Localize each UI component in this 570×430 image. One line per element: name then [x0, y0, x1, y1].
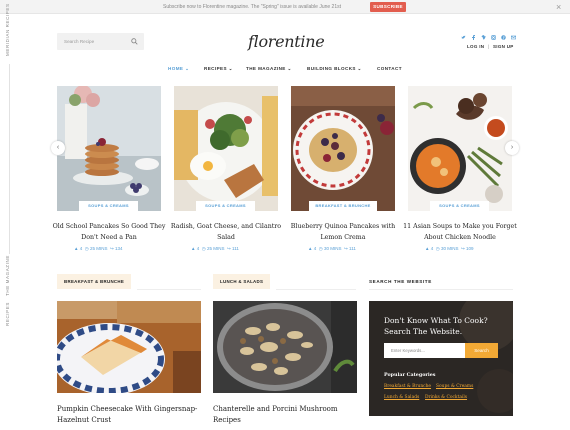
main-nav: HOME ⌄ RECIPES ⌄ THE MAGAZINE ⌄ BUILDING…: [0, 66, 570, 74]
clock-icon: ◷: [84, 246, 89, 251]
pinterest-icon[interactable]: [501, 35, 506, 40]
close-icon[interactable]: ×: [556, 1, 561, 13]
card-title[interactable]: Radish, Goat Cheese, and Cilantro Salad: [166, 221, 286, 243]
card-meta: ▲ 4 ◷ 25 MINS ↪ 111: [191, 246, 239, 251]
instagram-icon[interactable]: [491, 35, 496, 40]
card-image-asian-soup[interactable]: [408, 86, 512, 211]
card-tag[interactable]: BREAKFAST & BRUNCHE: [309, 201, 377, 211]
share-icon: ↪: [227, 246, 231, 251]
side-divider: [9, 64, 10, 254]
announcement-text: Subscribe now to Florentine magazine. Th…: [163, 4, 342, 10]
logo-text: florentine: [248, 32, 325, 51]
login-link[interactable]: LOG IN: [467, 44, 484, 49]
auth-separator: |: [488, 44, 490, 49]
carousel-next-button[interactable]: ›: [505, 141, 519, 155]
widget-search-input[interactable]: Enter Keywords...: [384, 343, 465, 358]
social-links: [461, 35, 517, 40]
nav-item-recipes[interactable]: RECIPES ⌄: [204, 66, 233, 72]
post-title[interactable]: Chanterelle and Porcini Mushroom Recipes: [213, 404, 363, 426]
category-link[interactable]: Drinks & Cocktails: [425, 395, 467, 400]
post-title[interactable]: Pumpkin Cheesecake With Gingersnap-Hazel…: [57, 404, 207, 426]
card-title[interactable]: 11 Asian Soups to Make you Forget About …: [400, 221, 520, 243]
section-divider: [276, 289, 356, 290]
clock-icon: ◷: [201, 246, 206, 251]
signup-link[interactable]: SIGN UP: [493, 44, 514, 49]
site-logo[interactable]: florentine: [248, 27, 325, 57]
search-box[interactable]: Search Recipe: [57, 33, 144, 50]
nav-item-home[interactable]: HOME ⌄: [168, 66, 189, 72]
announcement-bar: Subscribe now to Florentine magazine. Th…: [0, 0, 570, 14]
category-link[interactable]: Lunch & Salads: [384, 395, 419, 400]
comment-icon: ▲: [425, 246, 430, 251]
card-meta: ▲ 4 ◷ 30 MINS ↪ 111: [308, 246, 356, 251]
card-tag[interactable]: SOUPS & CREAMS: [430, 201, 489, 211]
section-tag-breakfast[interactable]: BREAKFAST & BRUNCHE: [57, 274, 132, 289]
share-icon: ↪: [110, 246, 114, 251]
search-icon[interactable]: [131, 38, 138, 45]
comment-icon: ▲: [191, 246, 196, 251]
card-image-salad[interactable]: [174, 86, 278, 211]
section-divider: [369, 289, 513, 290]
section-tag-lunch[interactable]: LUNCH & SALADS: [213, 274, 271, 289]
widget-title: Don't Know What To Cook? Search The Webs…: [384, 316, 488, 336]
clock-icon: ◷: [318, 246, 323, 251]
card-meta: ▲ 4 ◷ 30 MINS ↪ 109: [425, 246, 474, 251]
nav-item-building-blocks[interactable]: BUILDING BLOCKS ⌄: [307, 66, 362, 72]
subscribe-button[interactable]: SUBSCRIBE: [370, 2, 406, 12]
side-label-top: MERIDIAN RECIPES: [5, 3, 10, 56]
card-tag[interactable]: SOUPS & CREAMS: [79, 201, 138, 211]
nav-item-magazine[interactable]: THE MAGAZINE ⌄: [246, 66, 292, 72]
category-link[interactable]: Soups & Creams: [436, 384, 473, 389]
facebook-icon[interactable]: [471, 35, 475, 40]
post-image-mushrooms[interactable]: [213, 301, 357, 393]
mail-icon[interactable]: [510, 35, 517, 40]
share-icon: ↪: [461, 246, 465, 251]
section-divider: [137, 289, 201, 290]
section-title-search: SEARCH THE WEBSITE: [369, 279, 432, 284]
comment-icon: ▲: [308, 246, 313, 251]
vimeo-icon[interactable]: [481, 35, 486, 40]
card-meta: ▲ 4 ◷ 25 MINS ↪ 134: [74, 246, 123, 251]
comment-icon: ▲: [74, 246, 79, 251]
carousel-prev-button[interactable]: ‹: [51, 141, 65, 155]
search-input[interactable]: Search Recipe: [64, 39, 94, 44]
card-image-blueberry[interactable]: [291, 86, 395, 211]
card-title[interactable]: Blueberry Quinoa Pancakes with Lemon Cre…: [283, 221, 403, 243]
card-title[interactable]: Old School Pancakes So Good They Don't N…: [49, 221, 169, 243]
post-image-cheesecake[interactable]: [57, 301, 201, 393]
side-label-recipes[interactable]: RECIPES: [5, 302, 10, 326]
card-tag[interactable]: SOUPS & CREAMS: [196, 201, 255, 211]
nav-item-contact[interactable]: CONTACT: [377, 66, 402, 71]
card-image-pancakes[interactable]: [57, 86, 161, 211]
side-label-magazine[interactable]: THE MAGAZINE: [5, 255, 10, 296]
twitter-icon[interactable]: [461, 35, 466, 40]
widget-search-button[interactable]: Search: [465, 343, 498, 358]
category-link[interactable]: Breakfast & Brunche: [384, 384, 431, 389]
clock-icon: ◷: [435, 246, 440, 251]
popular-categories-label: Popular Categories: [384, 372, 436, 378]
search-widget: Don't Know What To Cook? Search The Webs…: [369, 301, 513, 416]
share-icon: ↪: [344, 246, 348, 251]
